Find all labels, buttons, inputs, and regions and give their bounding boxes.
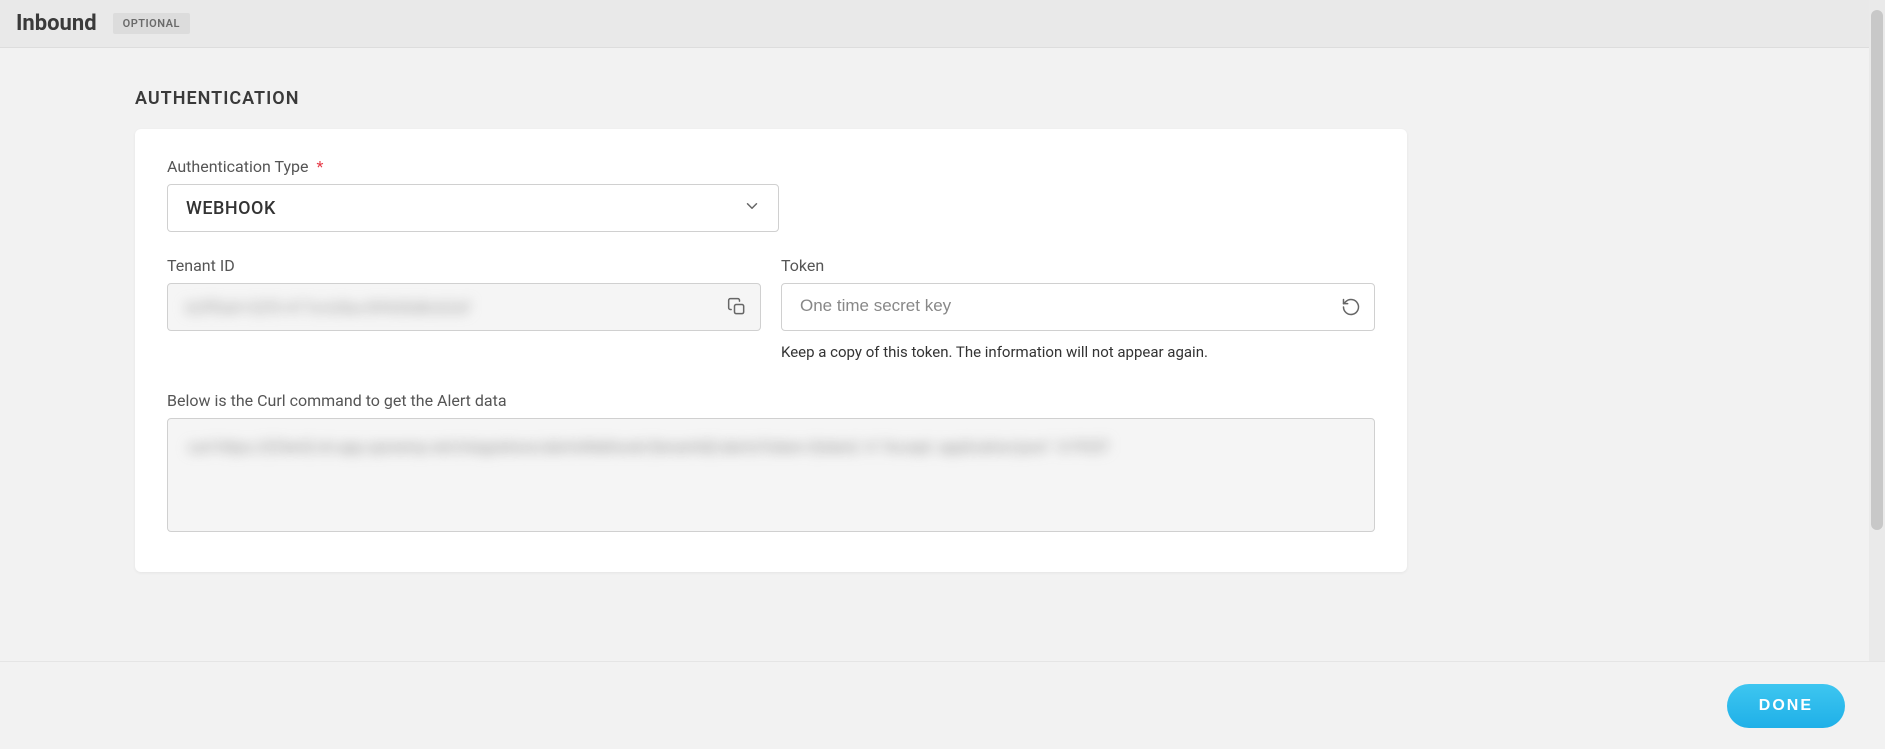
scrollbar-track[interactable] <box>1869 0 1885 661</box>
regenerate-icon[interactable] <box>1341 297 1361 317</box>
done-button[interactable]: DONE <box>1727 684 1845 728</box>
token-helper-text: Keep a copy of this token. The informati… <box>781 343 1375 361</box>
content-inner: AUTHENTICATION Authentication Type * WEB… <box>135 88 1407 572</box>
tenant-id-input: b2ff0aH-S2f3-477a-b3ba-899d5d8cb2ef <box>167 283 761 331</box>
token-input[interactable] <box>781 283 1375 331</box>
tenant-id-input-wrap: b2ff0aH-S2f3-477a-b3ba-899d5d8cb2ef <box>167 283 761 331</box>
footer-bar: DONE <box>0 661 1885 749</box>
two-column-row: Tenant ID b2ff0aH-S2f3-477a-b3ba-899d5d8… <box>167 256 1375 361</box>
authentication-card: Authentication Type * WEBHOOK Tenant ID … <box>135 129 1407 572</box>
required-indicator: * <box>316 157 323 176</box>
tenant-id-value: b2ff0aH-S2f3-477a-b3ba-899d5d8cb2ef <box>186 298 470 317</box>
content-area: AUTHENTICATION Authentication Type * WEB… <box>0 48 1885 661</box>
curl-command-text: curl https://{Client}.int.app.opsramp.ne… <box>188 438 1110 456</box>
auth-type-select[interactable]: WEBHOOK <box>167 184 779 232</box>
token-label: Token <box>781 256 1375 275</box>
curl-command-box: curl https://{Client}.int.app.opsramp.ne… <box>167 418 1375 532</box>
curl-label: Below is the Curl command to get the Ale… <box>167 391 1375 410</box>
page-title: Inbound <box>16 11 97 36</box>
header-bar: Inbound OPTIONAL <box>0 0 1885 48</box>
tenant-id-label: Tenant ID <box>167 256 761 275</box>
optional-badge: OPTIONAL <box>113 13 190 34</box>
scrollbar-thumb[interactable] <box>1871 10 1883 530</box>
token-input-wrap <box>781 283 1375 331</box>
auth-type-select-value: WEBHOOK <box>167 184 779 232</box>
token-column: Token Keep a copy of this token. The inf… <box>781 256 1375 361</box>
auth-type-label-text: Authentication Type <box>167 157 309 176</box>
auth-type-label: Authentication Type * <box>167 157 1375 176</box>
section-title: AUTHENTICATION <box>135 88 1407 109</box>
tenant-id-column: Tenant ID b2ff0aH-S2f3-477a-b3ba-899d5d8… <box>167 256 761 361</box>
copy-icon[interactable] <box>727 297 747 317</box>
